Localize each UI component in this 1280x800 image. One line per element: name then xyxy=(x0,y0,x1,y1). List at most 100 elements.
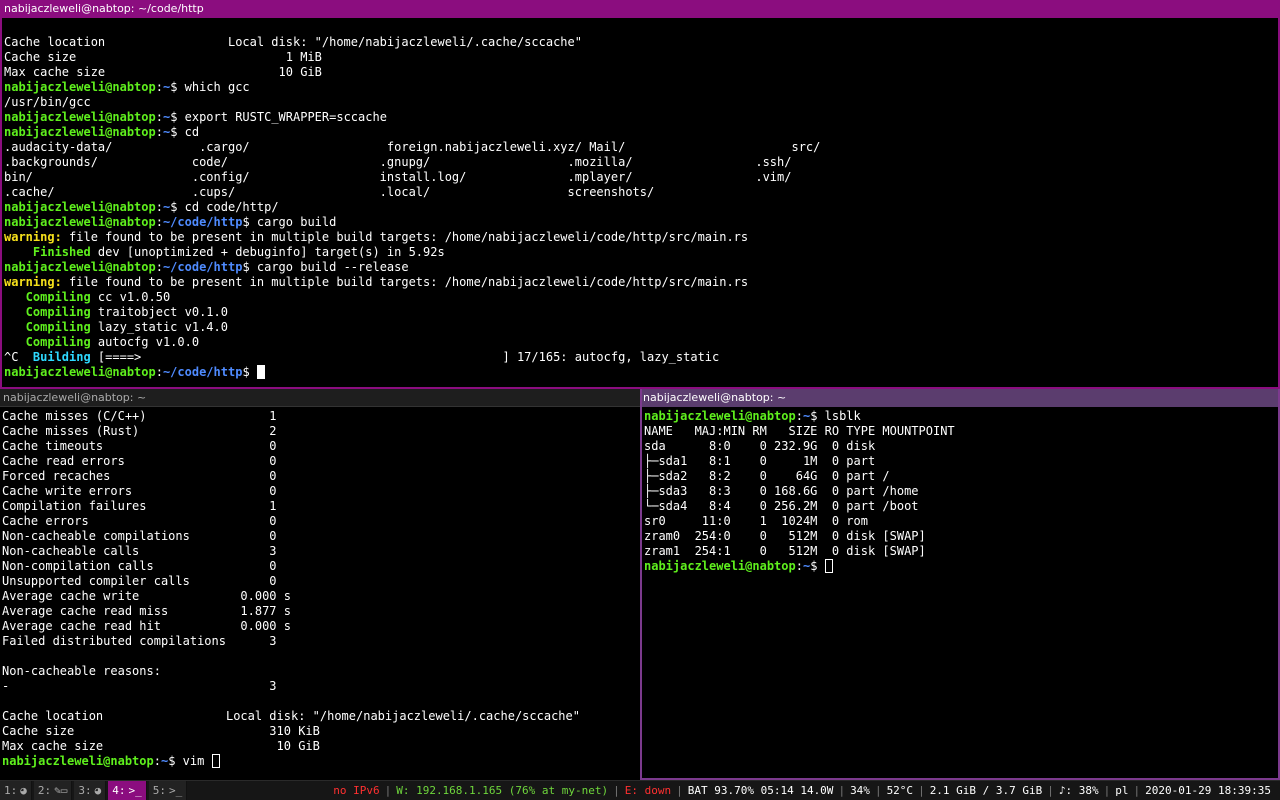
terminal-text: dev [unoptimized + debuginfo] target(s) … xyxy=(90,245,445,259)
terminal-line: Average cache read hit 0.000 s xyxy=(2,619,638,634)
terminal-line: Cache errors 0 xyxy=(2,514,638,529)
warning-label: warning: xyxy=(4,275,62,289)
terminal-icon: >_ xyxy=(169,784,183,797)
terminal-line: Cache location Local disk: "/home/nabija… xyxy=(2,709,638,724)
workspace-button-3[interactable]: 3: ◕ xyxy=(74,781,107,800)
terminal-text: Cache size 1 MiB xyxy=(4,50,322,64)
terminal-text: $ xyxy=(810,559,825,573)
terminal-text: ├─sda1 8:1 0 1M 0 part xyxy=(644,454,876,468)
terminal-line: NAME MAJ:MIN RM SIZE RO TYPE MOUNTPOINT xyxy=(644,424,1276,439)
workspace-button-4[interactable]: 4: >_ xyxy=(108,781,147,800)
terminal-line: Non-compilation calls 0 xyxy=(2,559,638,574)
terminal-text: zram1 254:1 0 512M 0 disk [SWAP] xyxy=(644,544,926,558)
terminal-line: sr0 11:0 1 1024M 0 rom xyxy=(644,514,1276,529)
prompt-user: nabijaczleweli@nabtop xyxy=(4,365,156,379)
terminal-output[interactable]: nabijaczleweli@nabtop:~$ lsblk NAME MAJ:M… xyxy=(642,407,1278,574)
terminal-text: [====> ] 17/165: autocfg, lazy_static xyxy=(90,350,720,364)
terminal-line: ├─sda3 8:3 0 168.6G 0 part /home xyxy=(644,484,1276,499)
terminal-line: nabijaczleweli@nabtop:~/code/http$ cargo… xyxy=(4,260,1276,275)
terminal-text: Non-cacheable compilations 0 xyxy=(2,529,277,543)
keyboard-layout[interactable]: pl xyxy=(1110,781,1133,800)
terminal-line: Max cache size 10 GiB xyxy=(2,739,638,754)
terminal-text: Cache location Local disk: "/home/nabija… xyxy=(4,35,582,49)
terminal-line: nabijaczleweli@nabtop:~$ export RUSTC_WR… xyxy=(4,110,1276,125)
terminal-line: Non-cacheable reasons: xyxy=(2,664,638,679)
volume-status[interactable]: ♪: 38% xyxy=(1054,781,1104,800)
terminal-text: Cache errors 0 xyxy=(2,514,277,528)
terminal-text: Average cache read hit 0.000 s xyxy=(2,619,291,633)
terminal-line: Cache timeouts 0 xyxy=(2,439,638,454)
terminal-text: : xyxy=(155,365,163,379)
terminal-line: nabijaczleweli@nabtop:~$ cd xyxy=(4,125,1276,140)
workspace-number: 3: xyxy=(78,784,92,797)
terminal-output[interactable]: Cache misses (C/C++) 1 Cache misses (Rust… xyxy=(0,407,640,769)
workspace-button-1[interactable]: 1: ◕ xyxy=(0,781,32,800)
prompt-user: nabijaczleweli@nabtop xyxy=(4,125,156,139)
terminal-line: Cache size 310 KiB xyxy=(2,724,638,739)
terminal-text: sda 8:0 0 232.9G 0 disk xyxy=(644,439,876,453)
memory-usage: 2.1 GiB / 3.7 GiB xyxy=(929,784,1043,797)
terminal-text: .cache/ .cups/ .local/ screenshots/ xyxy=(4,185,655,199)
terminal-text: Building xyxy=(32,350,91,364)
window-title: nabijaczleweli@nabtop: ~ xyxy=(0,389,640,407)
workspace-number: 5: xyxy=(152,784,166,797)
terminal-text: : xyxy=(155,215,163,229)
terminal-text: : xyxy=(155,110,163,124)
terminal-line: nabijaczleweli@nabtop:~$ which gcc xyxy=(4,80,1276,95)
terminal-text: $ cd code/http/ xyxy=(170,200,279,214)
terminal-text: traitobject v0.1.0 xyxy=(90,305,228,319)
workspace-button-5[interactable]: 5: >_ xyxy=(148,781,188,800)
terminal-line: Cache size 1 MiB xyxy=(4,50,1276,65)
terminal-text: $ xyxy=(242,365,257,379)
terminal-line: /usr/bin/gcc xyxy=(4,95,1276,110)
terminal-line: Forced recaches 0 xyxy=(2,469,638,484)
prompt-user: nabijaczleweli@nabtop xyxy=(4,200,156,214)
terminal-text: Unsupported compiler calls 0 xyxy=(2,574,277,588)
terminal-line: └─sda4 8:4 0 256.2M 0 part /boot xyxy=(644,499,1276,514)
terminal-pane-bottom-right[interactable]: nabijaczleweli@nabtop: ~ nabijaczleweli@… xyxy=(640,389,1280,780)
prompt-user: nabijaczleweli@nabtop xyxy=(2,754,154,768)
terminal-text: Cache timeouts 0 xyxy=(2,439,277,453)
terminal-pane-bottom-left[interactable]: nabijaczleweli@nabtop: ~ Cache misses (C… xyxy=(0,389,640,780)
terminal-line: zram0 254:0 0 512M 0 disk [SWAP] xyxy=(644,529,1276,544)
terminal-cursor xyxy=(211,754,220,768)
clock: 2020-01-29 18:39:35 xyxy=(1145,784,1271,797)
terminal-icon: >_ xyxy=(128,784,142,797)
terminal-text: Compilation failures 1 xyxy=(2,499,277,513)
terminal-text: /usr/bin/gcc xyxy=(4,95,91,109)
terminal-pane-top[interactable]: nabijaczleweli@nabtop: ~/code/http Cache… xyxy=(0,0,1280,389)
terminal-cursor xyxy=(256,365,265,379)
firefox-icon: ◕ xyxy=(94,784,102,797)
terminal-line: bin/ .config/ install.log/ .mplayer/ .vi… xyxy=(4,170,1276,185)
prompt-path: ~/code/http xyxy=(162,260,243,274)
terminal-output[interactable]: Cache location Local disk: "/home/nabija… xyxy=(2,18,1278,380)
terminal-text: Finished xyxy=(4,245,91,259)
terminal-line: Max cache size 10 GiB xyxy=(4,65,1276,80)
terminal-line: nabijaczleweli@nabtop:~/code/http$ xyxy=(4,365,1276,380)
terminal-line: Failed distributed compilations 3 xyxy=(2,634,638,649)
terminal-line: nabijaczleweli@nabtop:~/code/http$ cargo… xyxy=(4,215,1276,230)
terminal-line: Cache read errors 0 xyxy=(2,454,638,469)
warning-label: warning: xyxy=(4,230,62,244)
workspace-button-2[interactable]: 2: ✎▭ xyxy=(33,781,73,800)
terminal-text: Compiling xyxy=(4,320,91,334)
cpu-usage: 34% xyxy=(850,784,870,797)
terminal-line: ├─sda1 8:1 0 1M 0 part xyxy=(644,454,1276,469)
terminal-text: : xyxy=(155,260,163,274)
cpu-temperature: 52°C xyxy=(886,784,914,797)
terminal-line: nabijaczleweli@nabtop:~$ vim xyxy=(2,754,638,769)
terminal-text: bin/ .config/ install.log/ .mplayer/ .vi… xyxy=(4,170,792,184)
terminal-cursor xyxy=(824,559,833,573)
terminal-text: $ which gcc xyxy=(170,80,250,94)
terminal-text: : xyxy=(153,754,161,768)
terminal-line: sda 8:0 0 232.9G 0 disk xyxy=(644,439,1276,454)
terminal-line: ├─sda2 8:2 0 64G 0 part / xyxy=(644,469,1276,484)
terminal-line: Finished dev [unoptimized + debuginfo] t… xyxy=(4,245,1276,260)
firefox-icon: ◕ xyxy=(20,784,27,797)
ethernet-status: E: down xyxy=(624,784,672,797)
terminal-line: zram1 254:1 0 512M 0 disk [SWAP] xyxy=(644,544,1276,559)
terminal-text: Max cache size 10 GiB xyxy=(2,739,320,753)
terminal-line: .backgrounds/ code/ .gnupg/ .mozilla/ .s… xyxy=(4,155,1276,170)
